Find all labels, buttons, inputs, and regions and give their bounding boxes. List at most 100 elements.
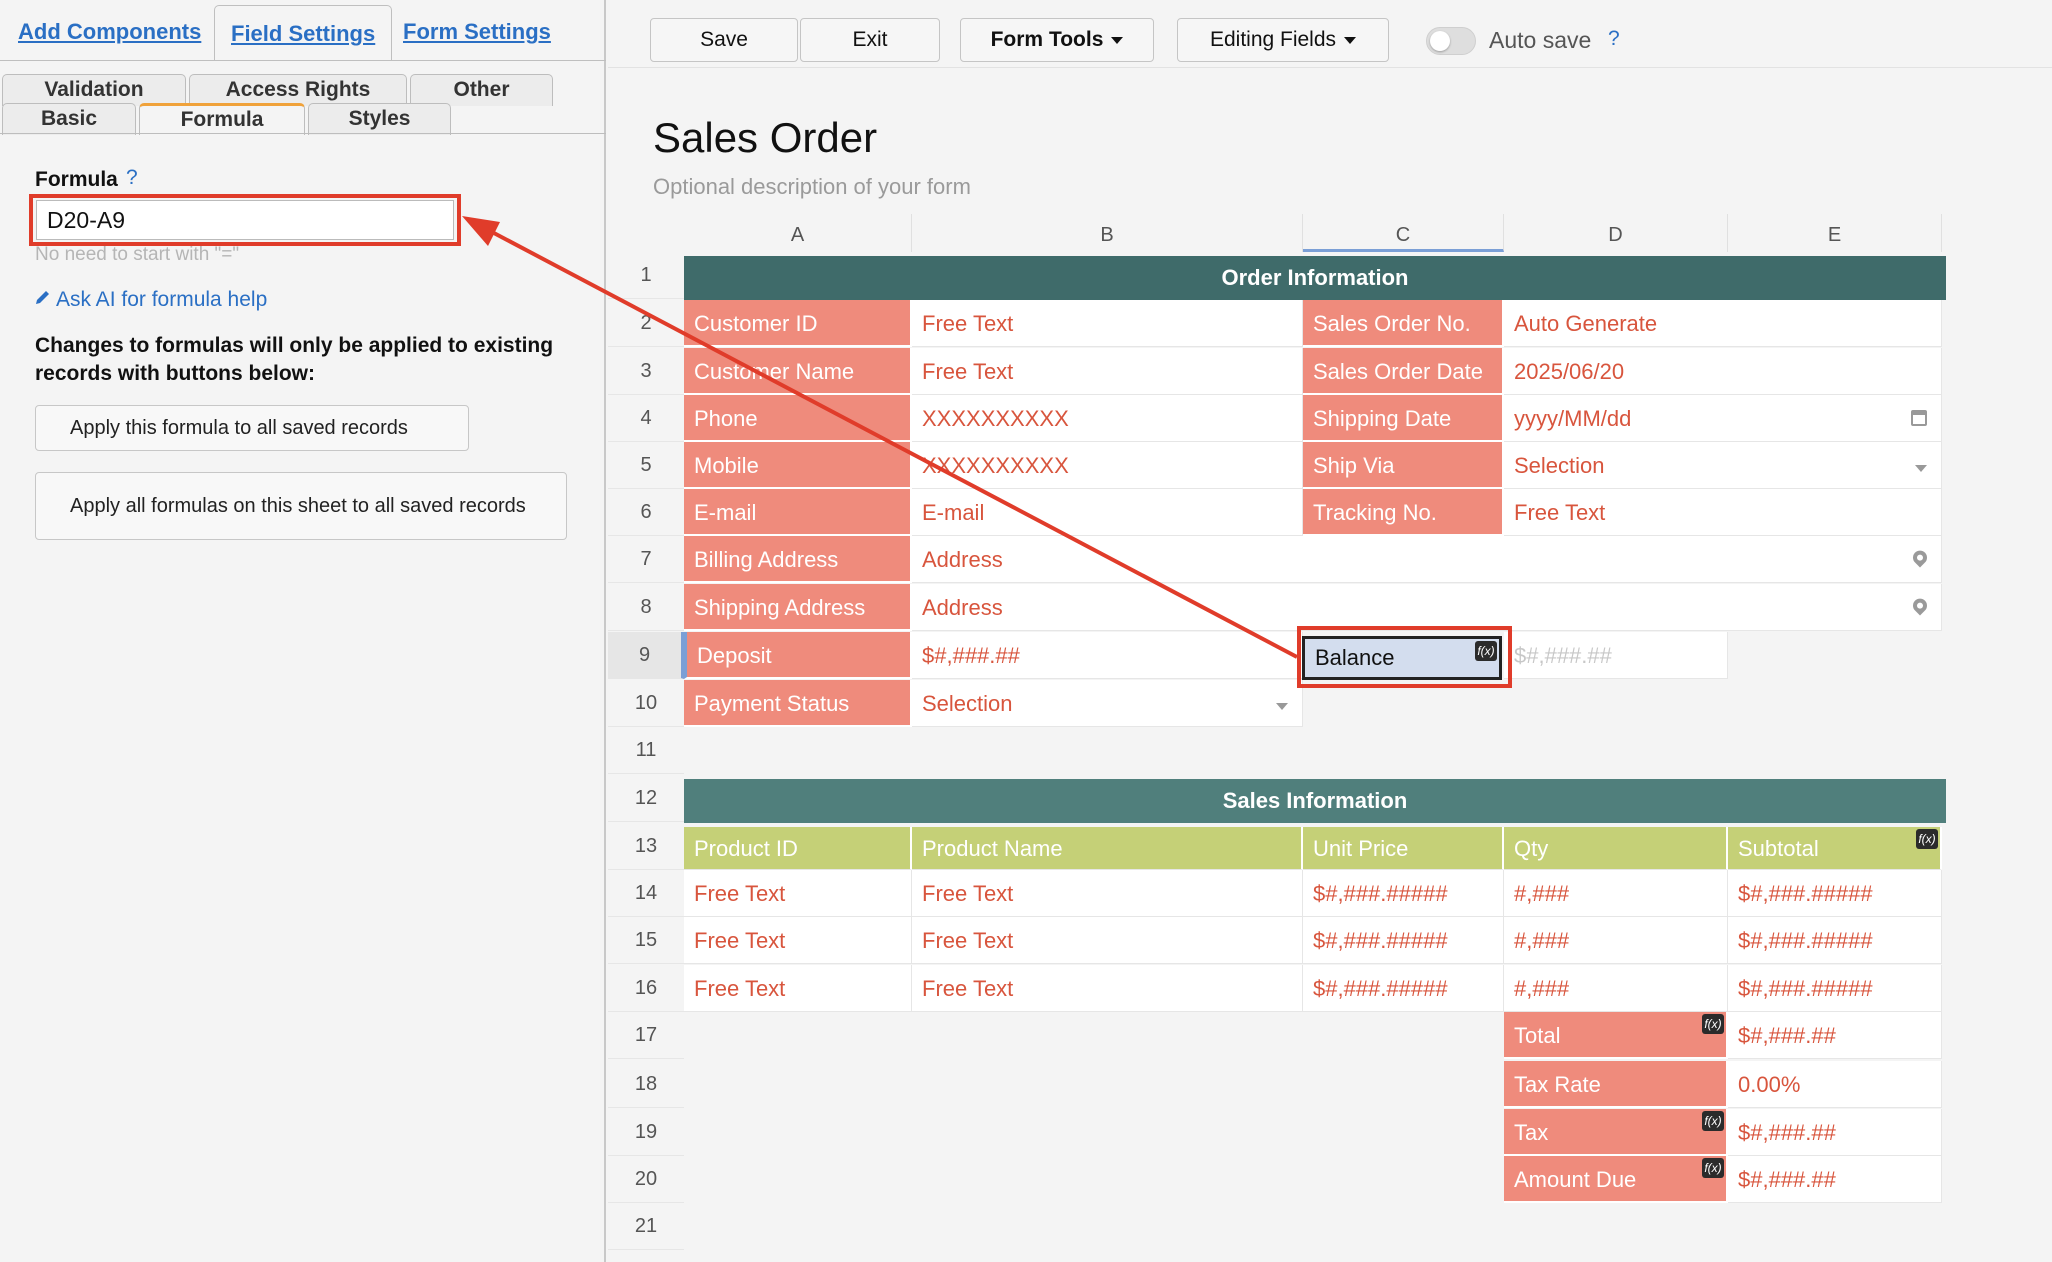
product-cell[interactable]: Free Text <box>912 870 1303 917</box>
row-header[interactable]: 3 <box>608 348 684 395</box>
address-value[interactable]: Address <box>912 584 1942 631</box>
field-value[interactable]: yyyy/MM/dd <box>1504 395 1942 442</box>
calendar-icon[interactable] <box>1911 410 1927 426</box>
formula-input[interactable] <box>36 200 454 240</box>
field-value[interactable]: Auto Generate <box>1504 300 1942 347</box>
row-header[interactable]: 10 <box>608 680 684 727</box>
field-value[interactable]: Free Text <box>912 348 1303 395</box>
row-header[interactable]: 15 <box>608 917 684 964</box>
row-header[interactable]: 1 <box>608 252 684 299</box>
row-header[interactable]: 19 <box>608 1109 684 1156</box>
deposit-value[interactable]: $#,###.## <box>912 632 1303 679</box>
total-label[interactable]: Tax f(x) <box>1504 1109 1728 1156</box>
subtab-formula[interactable]: Formula <box>139 103 305 135</box>
subtab-basic[interactable]: Basic <box>2 103 136 135</box>
product-cell[interactable]: $#,###.##### <box>1728 870 1942 917</box>
row-header[interactable]: 18 <box>608 1061 684 1108</box>
product-column-header[interactable]: Subtotal f(x) <box>1728 827 1942 870</box>
row-header[interactable]: 4 <box>608 395 684 442</box>
field-label[interactable]: Shipping Date <box>1303 395 1504 442</box>
field-value[interactable]: Selection <box>1504 442 1942 489</box>
column-header-d[interactable]: D <box>1504 214 1728 252</box>
product-column-header[interactable]: Qty <box>1504 827 1728 870</box>
row-header[interactable]: 14 <box>608 870 684 917</box>
product-column-header[interactable]: Unit Price <box>1303 827 1504 870</box>
address-label[interactable]: Billing Address <box>684 536 912 583</box>
field-value[interactable]: XXXXXXXXXX <box>912 442 1303 489</box>
payment-status-value[interactable]: Selection <box>912 680 1303 727</box>
row-header[interactable]: 16 <box>608 965 684 1012</box>
row-header[interactable]: 20 <box>608 1156 684 1203</box>
column-header-b[interactable]: B <box>912 214 1303 252</box>
row-header[interactable]: 17 <box>608 1012 684 1059</box>
total-value[interactable]: $#,###.## <box>1728 1012 1942 1059</box>
column-header-e[interactable]: E <box>1728 214 1942 252</box>
dropdown-arrow-icon[interactable] <box>1276 703 1288 710</box>
field-label[interactable]: Customer ID <box>684 300 912 347</box>
location-pin-icon[interactable] <box>1910 595 1930 616</box>
form-tools-button[interactable]: Form Tools <box>960 18 1154 62</box>
product-cell[interactable]: Free Text <box>684 965 912 1012</box>
product-cell[interactable]: Free Text <box>684 917 912 964</box>
form-description[interactable]: Optional description of your form <box>653 174 971 200</box>
row-header[interactable]: 6 <box>608 489 684 536</box>
product-cell[interactable]: #,### <box>1504 965 1728 1012</box>
row-header[interactable]: 7 <box>608 536 684 583</box>
total-value[interactable]: 0.00% <box>1728 1061 1942 1108</box>
field-label[interactable]: Phone <box>684 395 912 442</box>
product-cell[interactable]: Free Text <box>684 870 912 917</box>
row-header[interactable]: 21 <box>608 1203 684 1250</box>
product-cell[interactable]: $#,###.##### <box>1303 917 1504 964</box>
balance-cell[interactable]: Balance f(x) <box>1302 636 1502 680</box>
product-cell[interactable]: #,### <box>1504 917 1728 964</box>
field-label[interactable]: Ship Via <box>1303 442 1504 489</box>
autosave-help-icon[interactable]: ? <box>1608 27 1620 51</box>
formula-help-icon[interactable]: ? <box>126 166 138 190</box>
field-value[interactable]: Free Text <box>912 300 1303 347</box>
product-column-header[interactable]: Product ID <box>684 827 912 870</box>
balance-value[interactable]: $#,###.## <box>1504 632 1728 679</box>
location-pin-icon[interactable] <box>1910 547 1930 568</box>
subtab-other[interactable]: Other <box>410 74 553 106</box>
field-value[interactable]: E-mail <box>912 489 1303 536</box>
ask-ai-link[interactable]: Ask AI for formula help <box>34 288 267 312</box>
exit-button[interactable]: Exit <box>800 18 940 62</box>
address-value[interactable]: Address <box>912 536 1942 583</box>
subtab-access-rights[interactable]: Access Rights <box>189 74 407 106</box>
field-label[interactable]: Sales Order No. <box>1303 300 1504 347</box>
field-label[interactable]: Mobile <box>684 442 912 489</box>
row-header[interactable]: 2 <box>608 300 684 347</box>
column-header-a[interactable]: A <box>684 214 912 252</box>
apply-all-formulas-button[interactable]: Apply all formulas on this sheet to all … <box>35 472 567 540</box>
total-value[interactable]: $#,###.## <box>1728 1156 1942 1203</box>
product-cell[interactable]: Free Text <box>912 917 1303 964</box>
field-value[interactable]: XXXXXXXXXX <box>912 395 1303 442</box>
apply-formula-button[interactable]: Apply this formula to all saved records <box>35 405 469 451</box>
product-cell[interactable]: $#,###.##### <box>1303 870 1504 917</box>
editing-fields-button[interactable]: Editing Fields <box>1177 18 1389 62</box>
product-cell[interactable]: $#,###.##### <box>1728 965 1942 1012</box>
column-header-c[interactable]: C <box>1303 214 1504 252</box>
total-label[interactable]: Tax Rate <box>1504 1061 1728 1108</box>
field-value[interactable]: Free Text <box>1504 489 1942 536</box>
product-column-header[interactable]: Product Name <box>912 827 1303 870</box>
address-label[interactable]: Shipping Address <box>684 584 912 631</box>
product-cell[interactable]: #,### <box>1504 870 1728 917</box>
tab-form-settings[interactable]: Form Settings <box>387 0 567 60</box>
deposit-label[interactable]: Deposit <box>684 632 912 679</box>
row-header[interactable]: 5 <box>608 442 684 489</box>
autosave-toggle[interactable] <box>1426 27 1476 55</box>
row-header[interactable]: 8 <box>608 584 684 631</box>
tab-field-settings[interactable]: Field Settings <box>214 5 393 61</box>
product-cell[interactable]: $#,###.##### <box>1728 917 1942 964</box>
row-header[interactable]: 13 <box>608 823 684 870</box>
field-label[interactable]: Tracking No. <box>1303 489 1504 536</box>
dropdown-arrow-icon[interactable] <box>1915 465 1927 472</box>
product-cell[interactable]: $#,###.##### <box>1303 965 1504 1012</box>
product-cell[interactable]: Free Text <box>912 965 1303 1012</box>
row-header[interactable]: 12 <box>608 775 684 822</box>
subtab-validation[interactable]: Validation <box>2 74 186 106</box>
total-label[interactable]: Total f(x) <box>1504 1012 1728 1059</box>
row-header[interactable]: 9 <box>608 632 684 679</box>
form-title[interactable]: Sales Order <box>653 114 877 162</box>
